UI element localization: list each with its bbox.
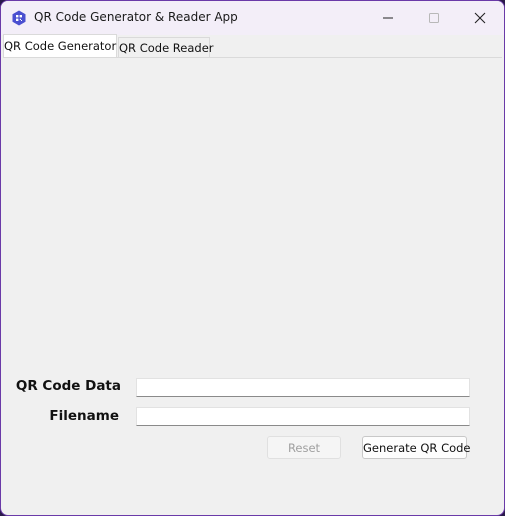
minimize-button[interactable] <box>365 1 411 35</box>
title-bar[interactable]: QR Code Generator & Reader App <box>1 1 504 35</box>
minimize-icon <box>383 17 393 19</box>
close-button[interactable] <box>457 1 503 35</box>
tab-qr-code-generator[interactable]: QR Code Generator <box>3 34 117 57</box>
filename-label: Filename <box>49 408 119 424</box>
window-title: QR Code Generator & Reader App <box>34 10 238 24</box>
generate-qr-code-button[interactable]: Generate QR Code <box>362 436 471 459</box>
reset-button[interactable]: Reset <box>267 436 341 459</box>
maximize-button[interactable] <box>411 1 457 35</box>
tab-bar: QR Code Generator QR Code Reader <box>3 34 502 58</box>
tab-qr-code-reader[interactable]: QR Code Reader <box>118 37 214 57</box>
qr-app-icon <box>12 10 26 26</box>
filename-input[interactable] <box>136 407 470 426</box>
qr-code-data-label: QR Code Data <box>15 378 121 394</box>
close-icon <box>474 12 486 24</box>
app-window: QR Code Generator & Reader App QR Code G… <box>0 0 505 516</box>
maximize-icon <box>429 13 439 23</box>
qr-code-data-input[interactable] <box>136 378 470 397</box>
